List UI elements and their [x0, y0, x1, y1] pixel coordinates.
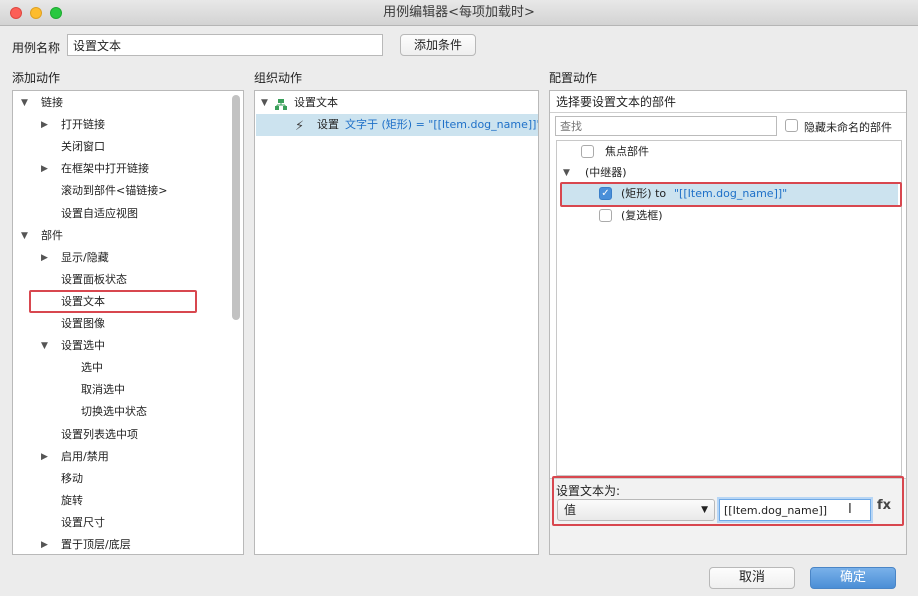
collapse-arrow-icon[interactable]: ▶ [41, 247, 48, 269]
expand-arrow-icon[interactable]: ▼ [261, 92, 268, 114]
close-window-button[interactable] [10, 7, 22, 19]
checkbox-widget-checkbox[interactable] [599, 209, 612, 222]
widget-label: (复选框) [621, 209, 663, 222]
scrollbar-thumb[interactable] [232, 95, 240, 320]
cancel-button[interactable]: 取消 [709, 567, 795, 589]
action-prefix: 设置 [317, 118, 339, 131]
minimize-window-button[interactable] [30, 7, 42, 19]
set-text-section: 设置文本为: 值 ▼ I fx [550, 476, 906, 554]
collapse-arrow-icon[interactable]: ▶ [41, 446, 48, 468]
lightning-icon: ⚡ [295, 119, 305, 134]
action-item-label: 旋转 [61, 493, 83, 507]
collapse-arrow-icon[interactable]: ▶ [41, 158, 48, 180]
case-name-label: 用例名称 [12, 41, 61, 55]
expand-arrow-icon[interactable]: ▼ [563, 162, 570, 184]
action-item-label: 启用/禁用 [61, 449, 109, 463]
expand-arrow-icon[interactable]: ▼ [41, 335, 48, 357]
case-tree-icon [275, 97, 287, 110]
action-item-label: 部件 [41, 228, 63, 242]
action-item-label: 选中 [81, 361, 103, 375]
action-item-label: 设置图像 [61, 317, 105, 330]
action-item-label: 移动 [61, 471, 83, 485]
action-item-label: 置于顶层/底层 [61, 538, 131, 551]
widget-label: (中继器) [585, 166, 627, 179]
case-label: 设置文本 [294, 96, 338, 109]
action-item-label: 设置列表选中项 [61, 427, 138, 441]
annotation-highlight [29, 290, 197, 313]
annotation-highlight [552, 476, 904, 526]
configure-actions-panel: 选择要设置文本的部件 隐藏未命名的部件 焦点部件 ▼ (中继器) ✓ (矩形) … [549, 90, 907, 555]
window-title: 用例编辑器<每项加载时> [383, 5, 535, 20]
scrollbar[interactable] [232, 95, 240, 550]
organize-actions-heading: 组织动作 [254, 71, 303, 85]
action-item-label: 显示/隐藏 [61, 250, 109, 264]
case-name-input[interactable] [67, 34, 383, 56]
add-condition-button[interactable]: 添加条件 [400, 34, 476, 56]
widget-search-input[interactable] [555, 116, 777, 136]
focus-widget-checkbox[interactable] [581, 145, 594, 158]
action-item-label: 在框架中打开链接 [61, 162, 149, 176]
action-item-label: 设置选中 [61, 339, 105, 353]
action-item-label: 关闭窗口 [61, 140, 105, 154]
action-item-label: 设置面板状态 [61, 272, 127, 286]
title-bar: 用例编辑器<每项加载时> [0, 0, 918, 26]
maximize-window-button[interactable] [50, 7, 62, 19]
widget-list: 焦点部件 ▼ (中继器) ✓ (矩形) to "[[Item.dog_name]… [556, 140, 902, 476]
ok-button[interactable]: 确定 [810, 567, 896, 589]
hide-unnamed-label: 隐藏未命名的部件 [804, 121, 892, 134]
action-item-label: 设置自适应视图 [61, 206, 138, 220]
expand-arrow-icon[interactable]: ▼ [21, 92, 28, 114]
collapse-arrow-icon[interactable]: ▶ [41, 534, 48, 554]
organize-actions-panel: ▼ 设置文本 ⚡ 设置 文字于 (矩形) = "[[Item.dog_name]… [254, 90, 539, 555]
add-actions-panel: ▼ 链接 ▶ 打开链接关闭窗口 ▶ 在框架中打开链接滚动到部件<锚链接> 设置自适应视图 ▼ 部… [12, 90, 244, 555]
action-item-label: 滚动到部件<锚链接> [61, 184, 168, 198]
action-detail: 文字于 (矩形) = "[[Item.dog_name]]" [345, 118, 539, 131]
add-actions-heading: 添加动作 [12, 71, 61, 85]
action-item-label: 取消选中 [81, 383, 125, 397]
action-item-label: 链接 [41, 96, 63, 109]
annotation-highlight [560, 182, 902, 207]
action-item-label: 打开链接 [61, 118, 105, 132]
collapse-arrow-icon[interactable]: ▶ [41, 114, 48, 136]
target-widget-header: 选择要设置文本的部件 [550, 91, 906, 113]
action-item-label: 设置尺寸 [61, 515, 105, 529]
configure-actions-heading: 配置动作 [549, 71, 598, 85]
hide-unnamed-checkbox[interactable] [785, 119, 798, 132]
expand-arrow-icon[interactable]: ▼ [21, 225, 28, 247]
widget-label: 焦点部件 [605, 145, 649, 158]
action-item-label: 切换选中状态 [81, 405, 147, 419]
